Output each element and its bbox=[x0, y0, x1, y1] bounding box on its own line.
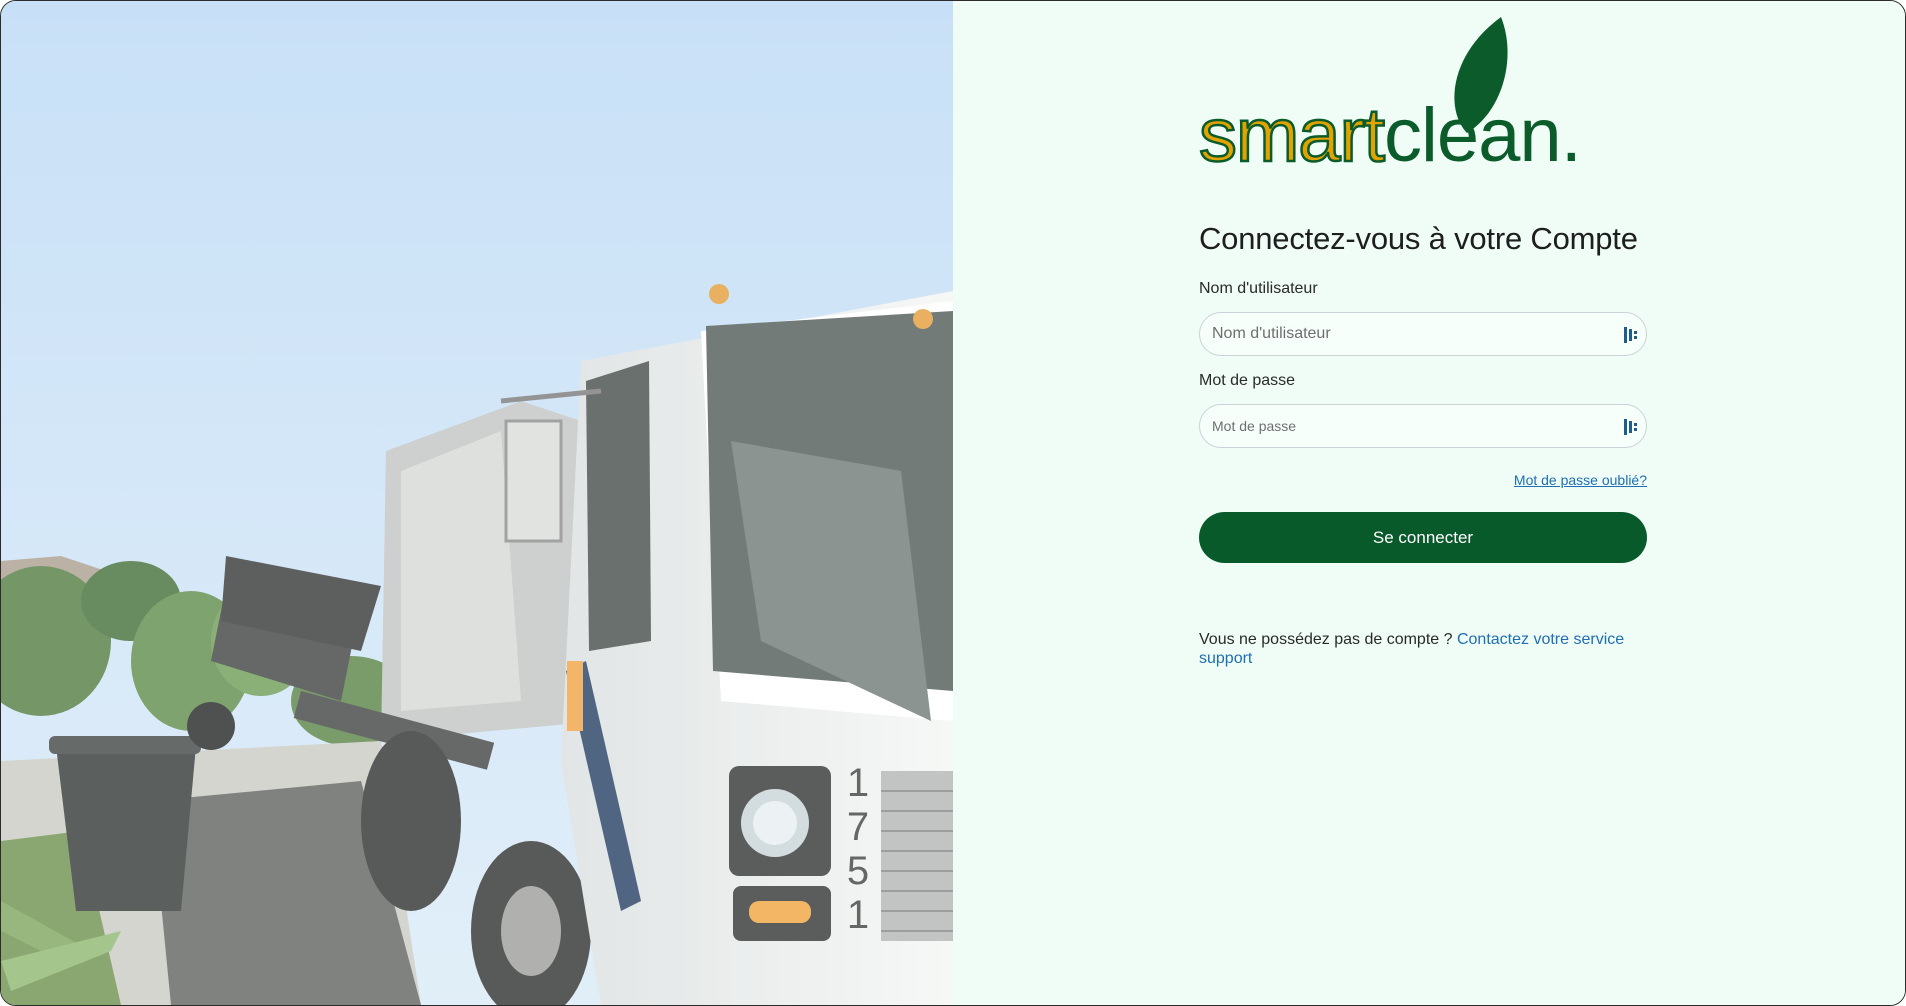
login-button[interactable]: Se connecter bbox=[1199, 512, 1647, 563]
page-title: Connectez-vous à votre Compte bbox=[1199, 221, 1638, 256]
username-input[interactable] bbox=[1212, 313, 1602, 355]
svg-text:smartclean.: smartclean. bbox=[1199, 93, 1581, 175]
login-panel: smartclean. Connectez-vous à votre Compt… bbox=[953, 1, 1905, 1005]
password-input[interactable] bbox=[1212, 405, 1602, 447]
no-account-text: Vous ne possédez pas de compte ? bbox=[1199, 631, 1453, 648]
hero-photo: 1751 bbox=[1, 1, 953, 1005]
password-manager-key-icon[interactable] bbox=[1624, 419, 1638, 435]
no-account-notice: Vous ne possédez pas de compte ? Contact… bbox=[1199, 630, 1649, 668]
password-field-container bbox=[1199, 404, 1647, 448]
password-manager-key-icon[interactable] bbox=[1624, 327, 1638, 343]
forgot-password-link[interactable]: Mot de passe oublié? bbox=[1514, 472, 1647, 488]
logo-smart: smart bbox=[1199, 93, 1385, 175]
login-screen: 1751 smartclean. Connectez-vous à votre … bbox=[0, 0, 1906, 1006]
username-label: Nom d'utilisateur bbox=[1199, 280, 1318, 297]
smartclean-logo: smartclean. bbox=[1199, 15, 1639, 175]
username-field-container bbox=[1199, 312, 1647, 356]
password-label: Mot de passe bbox=[1199, 372, 1296, 389]
logo-clean: clean. bbox=[1384, 93, 1581, 175]
photo-overlay bbox=[1, 1, 953, 1005]
